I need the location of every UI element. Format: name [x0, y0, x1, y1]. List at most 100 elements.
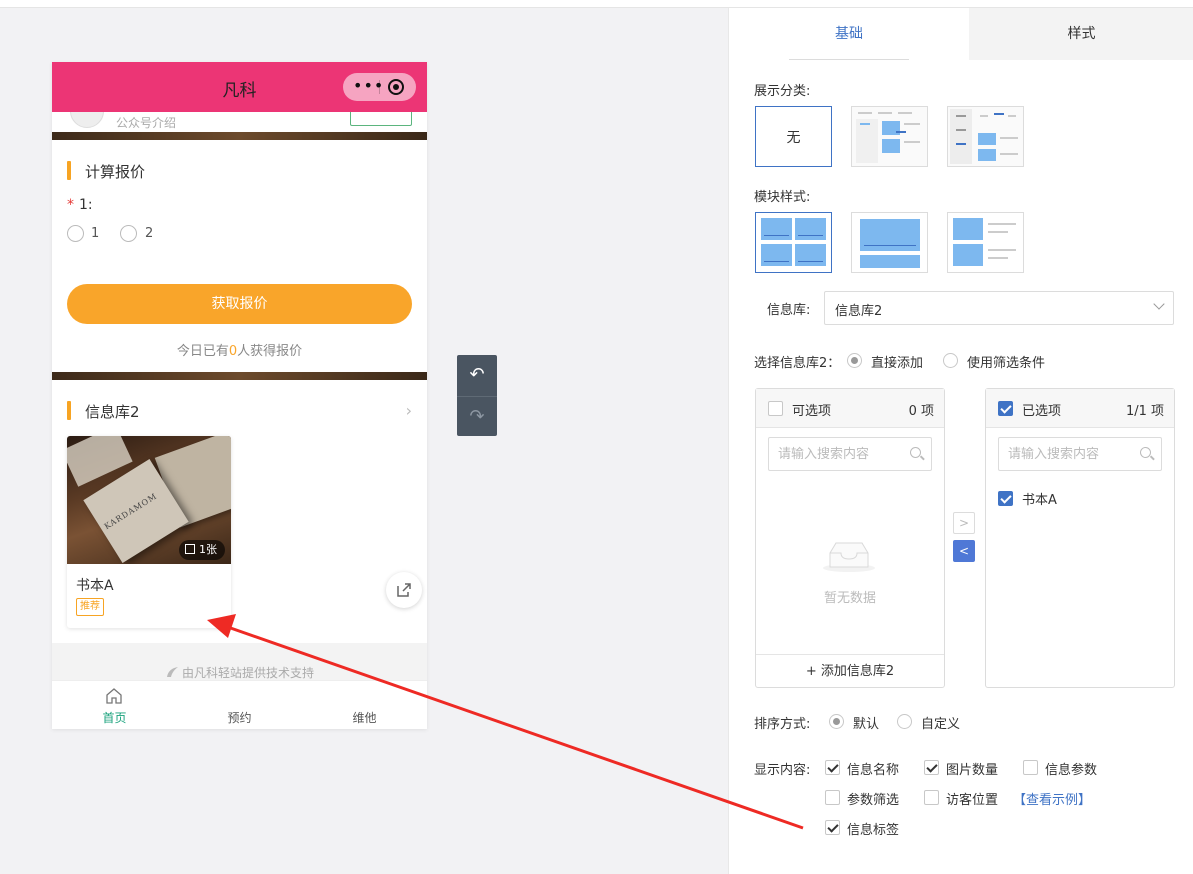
top-border	[0, 0, 1193, 8]
section-divider	[52, 132, 427, 140]
tab-booking-label: 预约	[227, 711, 252, 725]
redo-button[interactable]: ↷	[457, 396, 497, 436]
checkbox-info-tag[interactable]	[825, 820, 840, 835]
card-tag: 推荐	[76, 598, 104, 616]
move-left-button[interactable]: <	[953, 540, 975, 562]
module-style-large[interactable]	[851, 212, 928, 273]
today-count: 0	[228, 344, 238, 359]
follow-button[interactable]	[350, 112, 412, 126]
available-title: 可选项	[792, 404, 832, 419]
info-card[interactable]: KARDAMOM 1张 书本A 推荐	[67, 436, 231, 628]
grid-layout-icon	[761, 218, 826, 266]
checkbox-visitor-location-label: 访客位置	[946, 793, 999, 808]
avatar	[70, 112, 104, 128]
select-library-label: 选择信息库2：	[754, 356, 841, 371]
view-example-link[interactable]: 【查看示例】	[1013, 789, 1091, 808]
tab-other[interactable]: 维他	[302, 681, 427, 729]
quote-radio-1[interactable]	[67, 225, 84, 242]
checkbox-info-params[interactable]	[1023, 760, 1038, 775]
radio-sort-default-label: 默认	[853, 717, 880, 732]
radio-sort-default[interactable]	[829, 714, 844, 729]
available-select-all-checkbox[interactable]	[768, 401, 783, 416]
radio-sort-custom[interactable]	[897, 714, 912, 729]
selected-title: 已选项	[1022, 404, 1062, 419]
selected-select-all-checkbox[interactable]	[998, 401, 1013, 416]
quote-radio-1-label: 1	[91, 226, 100, 241]
tab-style[interactable]: 样式	[969, 8, 1193, 60]
selected-item-checkbox[interactable]	[998, 491, 1013, 506]
phone-header: 凡科 •••	[52, 62, 427, 112]
redo-icon: ↷	[469, 406, 485, 427]
module-style-grid[interactable]	[755, 212, 832, 273]
checkbox-visitor-location[interactable]	[924, 790, 939, 805]
field-label-text: 1:	[79, 197, 93, 213]
checkbox-info-params-label: 信息参数	[1045, 763, 1098, 778]
empty-text: 暂无数据	[823, 591, 876, 606]
undo-redo-toolbar: ↶ ↷	[457, 355, 497, 436]
checkbox-image-count-label: 图片数量	[946, 763, 999, 778]
chevron-down-icon	[1153, 298, 1165, 310]
category-top-layout-icon	[852, 107, 927, 166]
section-accent-bar	[67, 161, 71, 180]
section-divider-2	[52, 372, 427, 380]
checkbox-param-filter[interactable]	[825, 790, 840, 805]
radio-use-filter-label: 使用筛选条件	[967, 356, 1046, 371]
settings-panel: 基础 样式 展示分类: 无 模块样式: 信息库: 信息库2 选择信息库2： 直接…	[728, 8, 1193, 874]
selected-search-input[interactable]	[999, 438, 1129, 470]
radio-direct-add[interactable]	[847, 353, 862, 368]
checkbox-info-name[interactable]	[825, 760, 840, 775]
tab-booking[interactable]: 预约	[177, 681, 302, 729]
radio-sort-custom-label: 自定义	[921, 717, 961, 732]
quote-field-label: * 1:	[67, 197, 93, 213]
selected-search[interactable]	[998, 437, 1162, 471]
close-target-icon[interactable]	[388, 79, 404, 95]
available-search-input[interactable]	[769, 438, 899, 470]
display-category-top[interactable]	[851, 106, 928, 167]
share-button[interactable]	[386, 572, 422, 608]
mini-program-capsule[interactable]: •••	[343, 73, 416, 101]
checkbox-param-filter-label: 参数筛选	[847, 793, 900, 808]
checkbox-image-count[interactable]	[924, 760, 939, 775]
display-category-side[interactable]	[947, 106, 1024, 167]
display-category-none-label: 无	[786, 130, 801, 146]
content-label: 显示内容:	[754, 763, 811, 778]
image-count: 1张	[199, 543, 217, 556]
library-section-header[interactable]: 信息库2 ›	[67, 401, 412, 421]
available-list-header: 可选项 0 项	[756, 389, 944, 428]
add-library-button[interactable]: + 添加信息库2	[756, 654, 944, 688]
today-prefix: 今日已有	[176, 344, 229, 359]
library-section-title: 信息库2	[85, 403, 140, 421]
home-icon	[106, 688, 122, 704]
list-layout-icon	[953, 218, 1016, 266]
available-count: 0 项	[908, 404, 934, 419]
undo-button[interactable]: ↶	[457, 355, 497, 395]
quote-section-title: 计算报价	[85, 163, 146, 181]
module-style-list[interactable]	[947, 212, 1024, 273]
display-category-none[interactable]: 无	[755, 106, 832, 167]
footer-text: 由凡科轻站提供技术支持	[52, 664, 427, 681]
empty-inbox-icon	[823, 542, 875, 572]
card-image: KARDAMOM 1张	[67, 436, 231, 564]
get-quote-button[interactable]: 获取报价	[67, 284, 412, 324]
undo-icon: ↶	[469, 364, 485, 385]
panel-tabs: 基础 样式	[729, 8, 1193, 60]
selected-item-label: 书本A	[1022, 493, 1057, 508]
library-select[interactable]: 信息库2	[824, 291, 1174, 325]
fanke-logo-icon	[166, 667, 178, 677]
radio-direct-add-label: 直接添加	[871, 356, 924, 371]
phone-preview: 凡科 ••• 公众号介绍 计算报价 * 1: 1 2 获取报价 今日已有0人获得报…	[52, 62, 427, 729]
tab-home[interactable]: 首页	[52, 681, 177, 729]
quote-radio-2[interactable]	[120, 225, 137, 242]
display-category-label: 展示分类:	[754, 84, 811, 99]
required-mark: *	[67, 197, 74, 213]
available-search[interactable]	[768, 437, 932, 471]
large-layout-icon	[860, 219, 920, 268]
chevron-right-icon[interactable]: ›	[406, 401, 412, 420]
quote-radio-2-label: 2	[145, 226, 154, 241]
card-name: 书本A	[76, 578, 114, 594]
move-right-button[interactable]: >	[953, 512, 975, 534]
radio-use-filter[interactable]	[943, 353, 958, 368]
module-style-label: 模块样式:	[754, 190, 811, 205]
tab-basic[interactable]: 基础	[729, 8, 969, 60]
tab-other-label: 维他	[352, 711, 377, 725]
